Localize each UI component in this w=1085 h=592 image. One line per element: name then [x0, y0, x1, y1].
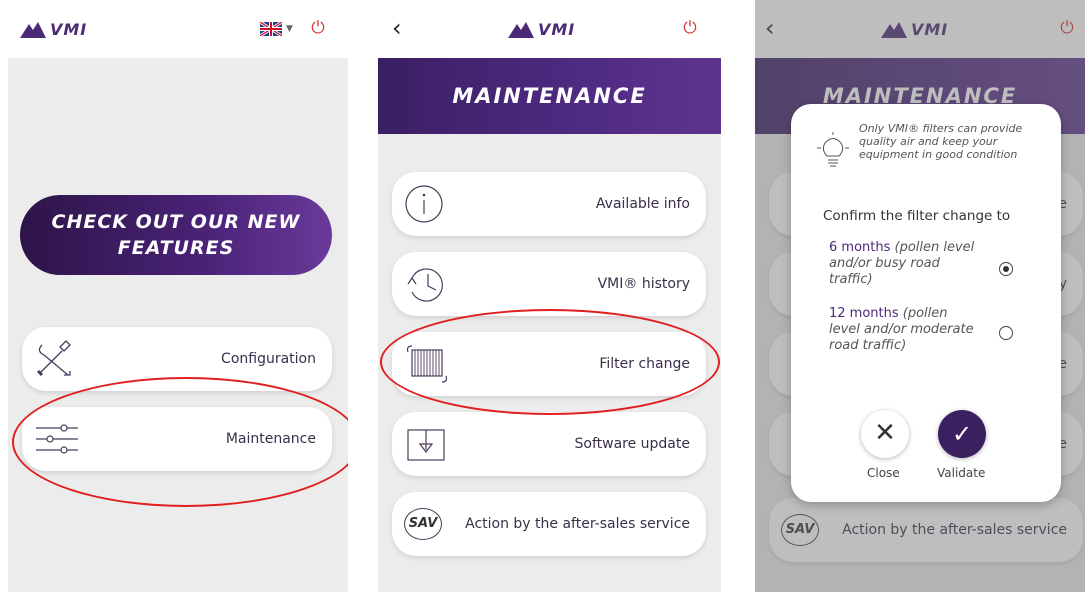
top-bar: ‹ VMI ⏻ [378, 0, 721, 58]
power-icon[interactable]: ⏻ [310, 18, 326, 38]
filter-tip-text: Only VMI® filters can provide quality ai… [859, 122, 1023, 161]
menu-item-vmi-history[interactable]: VMI® history [392, 252, 706, 316]
screen-home: VMI ▼ ⏻ CHECK OUT OUR NEW FEATURES Confi… [8, 0, 348, 592]
download-icon [407, 429, 445, 461]
new-features-button[interactable]: CHECK OUT OUR NEW FEATURES [20, 195, 332, 275]
menu-item-available-info[interactable]: Available info [392, 172, 706, 236]
logo-text: VMI [538, 20, 576, 39]
logo-text: VMI [50, 20, 88, 39]
check-icon: ✓ [951, 420, 973, 448]
close-icon: ✕ [874, 418, 896, 448]
home-content: CHECK OUT OUR NEW FEATURES Configuration… [8, 58, 348, 592]
menu-item-after-sales[interactable]: SAV Action by the after-sales service [392, 492, 706, 556]
option-12-months[interactable]: 12 months (pollen level and/or moderate … [829, 306, 979, 354]
menu-item-label: Software update [574, 436, 691, 452]
back-icon[interactable]: ‹ [392, 14, 402, 42]
uk-flag-icon[interactable] [260, 22, 282, 36]
power-icon[interactable]: ⏻ [682, 18, 698, 38]
validate-label: Validate [937, 466, 986, 480]
close-label: Close [867, 466, 900, 480]
menu-item-label: Available info [595, 196, 690, 212]
menu-item-label: Action by the after-sales service [465, 516, 690, 532]
vmi-logo-mark-icon [508, 21, 534, 38]
confirm-label: Confirm the filter change to [823, 208, 1011, 224]
radio-12-months[interactable] [999, 326, 1013, 340]
highlight-ellipse [380, 309, 720, 415]
filter-change-dialog: Only VMI® filters can provide quality ai… [791, 104, 1061, 502]
option-bold: 12 months [829, 306, 899, 321]
vmi-logo: VMI [20, 20, 87, 39]
validate-button[interactable]: ✓ [938, 410, 986, 458]
highlight-ellipse [12, 377, 348, 507]
page-title: MAINTENANCE [452, 84, 647, 108]
maintenance-content: MAINTENANCE Available info VMI® history … [378, 58, 721, 592]
language-caret-icon[interactable]: ▼ [286, 24, 293, 34]
screen-filter-dialog: ‹ VMI ⏻ MAINTENANCE e y e e SAV Action b… [755, 0, 1085, 592]
menu-item-software-update[interactable]: Software update [392, 412, 706, 476]
info-icon [405, 185, 443, 223]
top-bar: VMI ▼ ⏻ [8, 0, 348, 58]
radio-6-months[interactable] [999, 262, 1013, 276]
close-button[interactable]: ✕ [861, 410, 909, 458]
lightbulb-icon [817, 132, 849, 167]
screen-maintenance: ‹ VMI ⏻ MAINTENANCE Available info VMI® … [378, 0, 721, 592]
vmi-logo: VMI [508, 20, 575, 39]
history-icon [407, 268, 443, 302]
menu-item-label: VMI® history [597, 276, 690, 292]
vmi-logo-mark-icon [20, 21, 46, 38]
tools-icon [36, 340, 71, 377]
option-bold: 6 months [829, 240, 891, 255]
sav-icon: SAV [404, 508, 442, 540]
title-banner: MAINTENANCE [378, 58, 721, 134]
menu-item-label: Configuration [221, 351, 316, 367]
option-6-months[interactable]: 6 months (pollen level and/or busy road … [829, 240, 979, 288]
